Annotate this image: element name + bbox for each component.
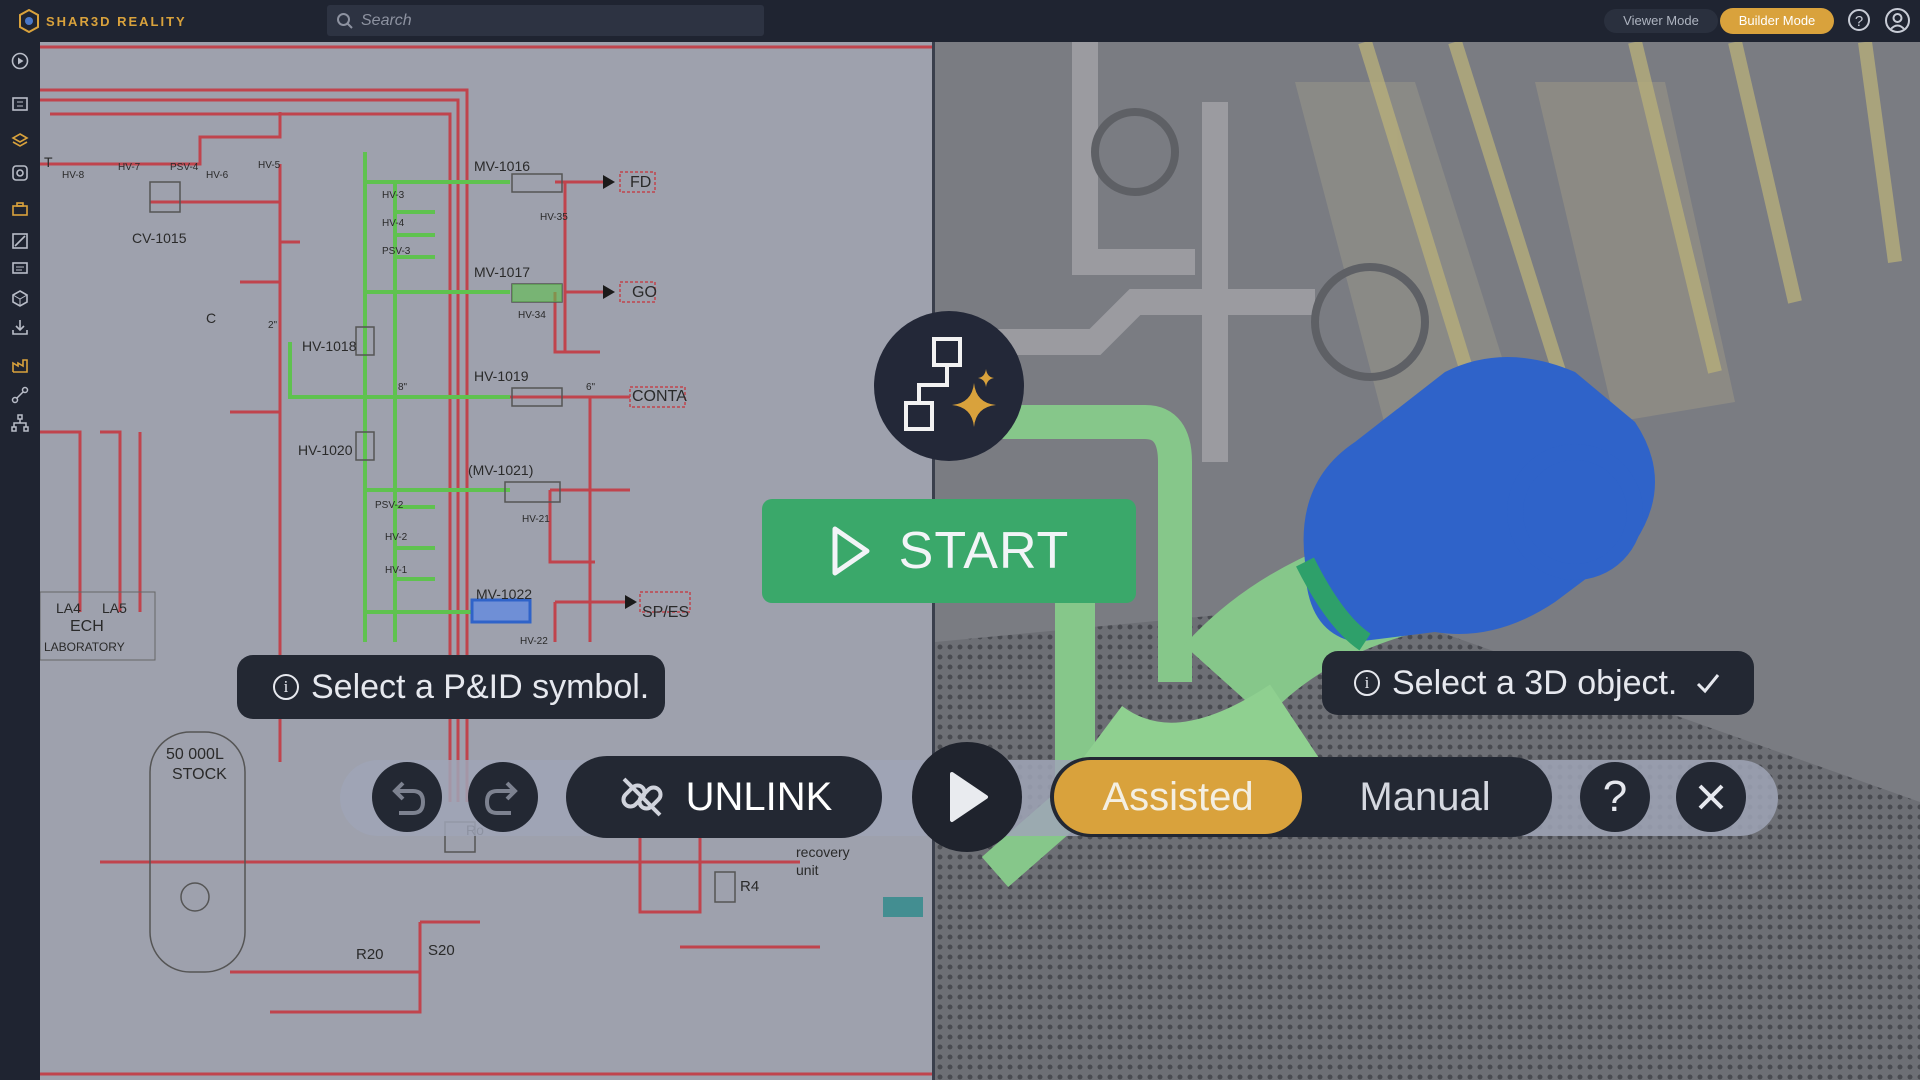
tag-cv-1015[interactable]: CV-1015 [132,230,186,246]
dest-conta: CONTA [632,388,687,405]
unlink-label: UNLINK [685,774,833,819]
tag-mv-1016[interactable]: MV-1016 [474,158,530,174]
search-input[interactable]: Search [361,12,412,30]
tag-hv-35[interactable]: HV-35 [540,212,568,223]
label-recovery: recovery [796,844,850,860]
label-r20: R20 [356,946,384,963]
tag-hv-1018[interactable]: HV-1018 [302,338,356,354]
label-t: T [44,154,53,170]
logo-icon [19,9,39,33]
dest-go: GO [632,284,657,301]
pipe-size-6: 6" [586,382,596,393]
ai-linking-badge [874,311,1024,461]
hierarchy-icon[interactable] [9,412,31,434]
tag-hv-7[interactable]: HV-7 [118,162,140,173]
obj3d-hint-text: Select a 3D object. [1392,663,1678,702]
top-bar: SHAR3D REALITY Search Viewer Mode Builde… [0,0,1920,43]
tag-hv-1020[interactable]: HV-1020 [298,442,352,458]
user-avatar-icon[interactable] [1885,8,1910,33]
tag-psv-4[interactable]: PSV-4 [170,162,198,173]
play-outline-icon [832,526,870,576]
drawing-icon[interactable] [9,230,31,252]
undo-icon [392,781,426,815]
label-la5: LA5 [102,600,127,616]
builder-mode-button[interactable]: Builder Mode [1720,8,1834,34]
close-icon [1698,784,1724,810]
tag-hv-34[interactable]: HV-34 [518,310,546,321]
dest-sp-es: SP/ES [642,604,690,621]
pipe-size-8: 8" [398,382,408,393]
play-icon [950,772,988,822]
tag-hv-4[interactable]: HV-4 [382,218,404,229]
help-button[interactable]: ? [1580,762,1650,832]
undo-button[interactable] [372,762,442,832]
assisted-mode-option[interactable]: Assisted [1054,760,1302,834]
obj3d-hint-tooltip: i Select a 3D object. [1322,651,1754,715]
question-icon: ? [1602,772,1628,821]
toolbox-icon[interactable] [9,198,31,220]
pid-hint-tooltip: i Select a P&ID symbol. [237,655,665,719]
tank-name: STOCK [172,766,227,783]
at-sign-icon[interactable] [9,162,31,184]
tag-mv-1021[interactable]: (MV-1021) [468,462,533,478]
label-s20: S20 [428,942,455,959]
search-bar[interactable]: Search [327,5,764,36]
info-icon: i [273,674,299,700]
cube-icon[interactable] [9,287,31,309]
redo-button[interactable] [468,762,538,832]
tag-hv-22[interactable]: HV-22 [520,636,548,647]
diagram-sparkle-icon [904,337,996,431]
tag-hv-5[interactable]: HV-5 [258,160,280,171]
start-button[interactable]: START [762,499,1136,603]
label-c: C [206,310,217,326]
label-la4: LA4 [56,600,81,616]
redo-icon [484,781,518,815]
network-icon[interactable] [9,384,31,406]
tag-hv-8[interactable]: HV-8 [62,170,84,181]
label-r4: R4 [740,878,760,895]
tag-mv-1017[interactable]: MV-1017 [474,264,530,280]
app-logo[interactable]: SHAR3D REALITY [18,9,187,33]
unlink-button[interactable]: UNLINK [566,756,882,838]
label-ech: ECH [70,618,104,635]
close-button[interactable] [1676,762,1746,832]
tag-hv-2[interactable]: HV-2 [385,532,407,543]
mode-toggle[interactable]: Assisted Manual [1050,757,1552,837]
play-button[interactable] [912,742,1022,852]
tag-hv-3[interactable]: HV-3 [382,190,404,201]
search-icon [337,13,353,29]
pipe-size-2: 2" [268,320,278,331]
tag-hv-21[interactable]: HV-21 [522,514,550,525]
tag-hv-1[interactable]: HV-1 [385,565,407,576]
viewer-mode-button[interactable]: Viewer Mode [1604,9,1718,33]
label-laboratory: LABORATORY [44,640,125,654]
tag-mv-1022[interactable]: MV-1022 [476,586,532,602]
tag-psv-3[interactable]: PSV-3 [382,246,410,257]
start-label: START [898,522,1070,580]
tank-volume: 50 000L [166,746,224,763]
tag-psv-2[interactable]: PSV-2 [375,500,403,511]
comments-icon[interactable] [9,258,31,280]
download-icon[interactable] [9,316,31,338]
manual-mode-option[interactable]: Manual [1302,760,1548,834]
building-icon[interactable] [9,92,31,114]
factory-icon[interactable] [9,354,31,376]
tag-hv-6[interactable]: HV-6 [206,170,228,181]
layers-icon[interactable] [9,130,31,152]
help-icon[interactable]: ? [1848,9,1870,31]
info-icon: i [1354,670,1380,696]
app-name: SHAR3D REALITY [46,13,187,29]
unlink-icon [621,777,663,817]
tag-hv-1019[interactable]: HV-1019 [474,368,528,384]
dest-fd: FD [630,174,652,191]
pid-hint-text: Select a P&ID symbol. [311,667,650,706]
play-circle-icon[interactable] [9,50,31,72]
left-sidebar [0,42,40,1080]
label-unit: unit [796,862,819,878]
check-icon [1697,674,1720,694]
